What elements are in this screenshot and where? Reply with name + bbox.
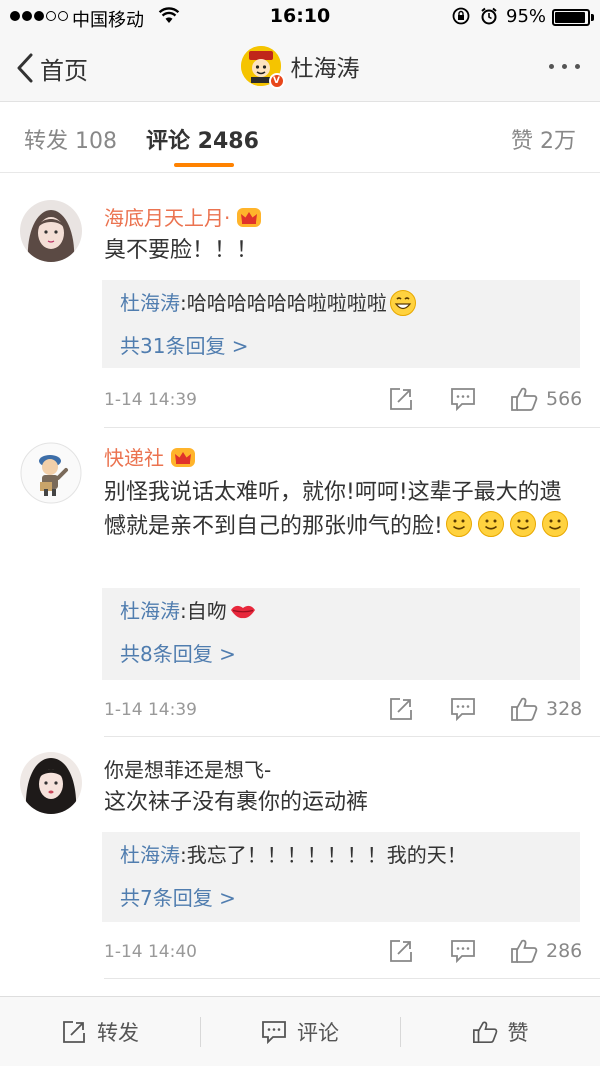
cartoon-courier-avatar-icon xyxy=(20,442,82,504)
comment-text: 这次袜子没有裹你的运动裤 xyxy=(104,790,369,815)
divider xyxy=(104,736,600,737)
view-replies-link[interactable]: 共31条回复 > xyxy=(120,326,562,372)
thumbs-up-icon xyxy=(511,697,538,721)
like-count: 286 xyxy=(546,940,583,962)
divider xyxy=(104,427,600,428)
reply-text: 自吻 xyxy=(186,599,227,623)
reply-box[interactable]: 杜海涛 : 我忘了！！！！！！！我的天！ 共7条回复 > xyxy=(102,832,580,922)
smile-emoji-icon xyxy=(509,511,536,537)
more-dot-icon xyxy=(562,64,567,69)
reply-separator: : xyxy=(180,599,187,623)
avatar[interactable] xyxy=(20,442,82,504)
share-icon[interactable] xyxy=(388,938,414,964)
comment-icon[interactable] xyxy=(450,938,476,964)
status-bar: 中国移动 16:10 95% xyxy=(0,0,600,34)
user-photo-icon xyxy=(20,752,82,814)
comment-time: 1-14 14:39 xyxy=(104,700,197,720)
reply-box[interactable]: 杜海涛 : 自吻 共8条回复 > xyxy=(102,588,580,680)
comment-meta: 1-14 14:40 286 xyxy=(104,938,582,968)
repost-button[interactable]: 转发 xyxy=(0,997,200,1066)
thumbs-up-icon xyxy=(472,1021,497,1044)
tab-repost[interactable]: 转发 108 xyxy=(24,123,117,155)
view-replies-link[interactable]: 共7条回复 > xyxy=(120,878,562,924)
thumbs-up-icon xyxy=(511,939,538,963)
comment-text: 别怪我说话太难听，就你!呵呵!这辈子最大的遗憾就是亲不到自己的那张帅气的脸! xyxy=(104,476,580,586)
like-count: 566 xyxy=(546,388,583,410)
share-icon[interactable] xyxy=(388,696,414,722)
comment-text: 臭不要脸！！！ xyxy=(104,238,259,263)
tab-like[interactable]: 赞 2万 xyxy=(511,123,576,155)
like-button[interactable]: 566 xyxy=(510,386,582,412)
reply-username[interactable]: 杜海涛 xyxy=(120,280,180,326)
tab-comment[interactable]: 评论 2486 xyxy=(146,123,259,155)
smile-emoji-icon xyxy=(445,511,472,537)
nav-bar: 首页 V 杜海涛 xyxy=(0,34,600,102)
like-button[interactable]: 328 xyxy=(510,696,582,722)
reply-username[interactable]: 杜海涛 xyxy=(120,588,180,634)
reply-separator: : xyxy=(180,843,187,867)
kiss-lips-emoji-icon xyxy=(230,605,255,619)
reply-text: 我忘了！！！！！！！我的天！ xyxy=(186,843,467,867)
more-options-button[interactable] xyxy=(549,64,580,69)
view-replies-link[interactable]: 共8条回复 > xyxy=(120,634,562,680)
reply-preview: 杜海涛 : 自吻 xyxy=(120,588,562,634)
comment-username[interactable]: 你是想菲还是想飞- xyxy=(104,754,271,783)
battery-icon xyxy=(552,9,590,26)
page-title: 杜海涛 xyxy=(290,56,360,82)
alarm-icon xyxy=(481,7,497,25)
vip-crown-icon xyxy=(171,447,195,467)
comment-button[interactable]: 评论 xyxy=(200,997,400,1066)
like-button[interactable]: 286 xyxy=(510,938,582,964)
vip-crown-icon xyxy=(237,207,262,227)
avatar[interactable] xyxy=(20,200,82,262)
comment-icon[interactable] xyxy=(450,696,476,722)
more-dot-icon xyxy=(549,64,554,69)
reply-preview: 杜海涛 : 哈哈哈哈哈哈啦啦啦啦 xyxy=(120,280,562,326)
repost-label: 转发 xyxy=(97,1021,139,1045)
comment-icon[interactable] xyxy=(450,386,476,412)
smile-emoji-icon xyxy=(541,511,568,537)
grin-emoji-icon xyxy=(389,290,416,316)
divider xyxy=(104,978,600,979)
battery-percent: 95% xyxy=(506,6,547,27)
comment-time: 1-14 14:40 xyxy=(104,942,197,962)
reply-preview: 杜海涛 : 我忘了！！！！！！！我的天！ xyxy=(120,832,562,878)
like-count: 328 xyxy=(546,698,583,720)
comment-icon xyxy=(262,1021,286,1045)
share-icon xyxy=(63,1021,85,1043)
nav-user[interactable]: V 杜海涛 xyxy=(0,46,600,89)
reply-box[interactable]: 杜海涛 : 哈哈哈哈哈哈啦啦啦啦 共31条回复 > xyxy=(102,280,580,368)
comment-label: 评论 xyxy=(297,1021,339,1045)
comment-list: 海底月天上月· 臭不要脸！！！ 杜海涛 : 哈哈哈哈哈哈啦啦啦啦 共31条回复 … xyxy=(0,174,600,996)
verified-badge: V xyxy=(268,73,285,89)
bottom-toolbar: 转发 评论 赞 xyxy=(0,996,600,1066)
tab-bar: 转发 108 评论 2486 赞 2万 xyxy=(0,103,600,173)
avatar[interactable]: V xyxy=(240,46,285,89)
rotation-lock-icon xyxy=(452,7,470,25)
thumbs-up-icon xyxy=(511,387,538,411)
comment-username[interactable]: 海底月天上月· xyxy=(104,202,262,231)
comment-username[interactable]: 快递社 xyxy=(104,442,196,471)
reply-text: 哈哈哈哈哈哈啦啦啦啦 xyxy=(186,291,387,315)
active-tab-indicator xyxy=(174,163,234,167)
reply-separator: : xyxy=(180,291,187,315)
comment-meta: 1-14 14:39 566 xyxy=(104,386,582,416)
like-button[interactable]: 赞 xyxy=(400,997,600,1066)
user-photo-icon xyxy=(20,200,82,262)
comment-meta: 1-14 14:39 328 xyxy=(104,696,582,726)
smile-emoji-icon xyxy=(477,511,504,537)
like-label: 赞 xyxy=(507,1021,529,1045)
reply-username[interactable]: 杜海涛 xyxy=(120,832,180,878)
more-dot-icon xyxy=(575,64,580,69)
share-icon[interactable] xyxy=(388,386,414,412)
avatar[interactable] xyxy=(20,752,82,814)
comment-time: 1-14 14:39 xyxy=(104,390,197,410)
